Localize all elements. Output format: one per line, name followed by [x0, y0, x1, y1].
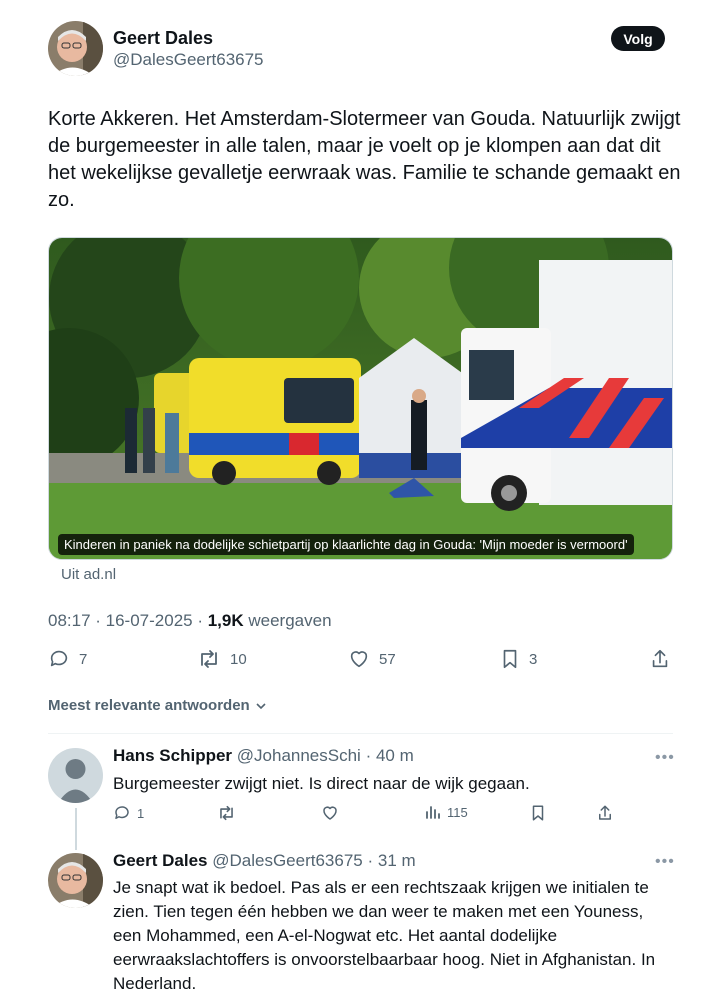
reply-time[interactable]: · 31 m — [367, 851, 415, 870]
repost-count: 10 — [230, 650, 247, 668]
sort-label: Meest relevante antwoorden — [48, 697, 250, 714]
reply-sort-dropdown[interactable]: Meest relevante antwoorden — [48, 697, 268, 714]
tweet-time[interactable]: 08:17 · 16-07-2025 · — [48, 611, 208, 630]
bookmark-button[interactable]: 3 — [500, 648, 537, 670]
like-count: 57 — [379, 650, 396, 668]
reply-bookmark-button[interactable] — [530, 804, 546, 822]
media-source-link[interactable]: Uit ad.nl — [61, 566, 116, 583]
thread-line — [75, 808, 77, 850]
more-icon[interactable]: ••• — [655, 853, 675, 871]
more-icon[interactable]: ••• — [655, 749, 675, 767]
chevron-down-icon — [256, 702, 266, 709]
reply-like-button[interactable] — [321, 804, 339, 822]
reply-reply-button[interactable]: 1 — [113, 804, 144, 822]
author-name[interactable]: Geert Dales — [113, 28, 213, 49]
reply-avatar[interactable] — [48, 853, 103, 908]
tweet-meta: 08:17 · 16-07-2025 · 1,9K weergaven — [48, 611, 332, 631]
share-icon — [652, 649, 668, 668]
heart-icon — [350, 651, 368, 668]
repost-button[interactable]: 10 — [197, 648, 247, 670]
bookmark-icon — [532, 805, 544, 821]
view-count: 1,9K — [207, 611, 244, 630]
tweet-text: Korte Akkeren. Het Amsterdam-Slotermeer … — [48, 108, 681, 211]
reply-author-name[interactable]: Geert Dales — [113, 851, 208, 870]
reply-share-button[interactable] — [597, 804, 613, 822]
reply-text: Burgemeester zwijgt niet. Is direct naar… — [113, 774, 530, 793]
reply-author-handle[interactable]: @JohannesSchi — [237, 746, 361, 765]
like-button[interactable]: 57 — [348, 648, 396, 670]
author-handle[interactable]: @DalesGeert63675 — [113, 50, 264, 70]
bookmark-icon — [503, 649, 517, 669]
heart-icon — [323, 806, 337, 820]
reply-header: Hans Schipper @JohannesSchi · 40 m — [113, 746, 414, 766]
divider — [48, 733, 673, 734]
reply-views-count: 115 — [447, 804, 468, 820]
views-icon — [426, 806, 440, 819]
reply-author-name[interactable]: Hans Schipper — [113, 746, 232, 765]
reply-views-button[interactable]: 115 — [425, 804, 468, 820]
media-card[interactable]: Kinderen in paniek na dodelijke schietpa… — [48, 237, 673, 560]
reply-button[interactable]: 7 — [48, 648, 87, 670]
reply-time[interactable]: · 40 m — [366, 746, 414, 765]
share-icon — [599, 805, 611, 820]
views-label: weergaven — [243, 611, 332, 630]
reply-icon — [50, 650, 68, 667]
repost-icon — [201, 650, 217, 668]
bookmark-count: 3 — [529, 650, 538, 668]
share-button[interactable] — [650, 648, 670, 670]
media-caption: Kinderen in paniek na dodelijke schietpa… — [58, 534, 634, 555]
reply-avatar[interactable] — [48, 748, 103, 803]
reply-icon — [115, 806, 129, 819]
reply-repost-button[interactable] — [217, 804, 236, 822]
news-photo — [49, 238, 672, 559]
repost-icon — [220, 805, 233, 821]
reply-count: 7 — [79, 650, 88, 668]
follow-button[interactable]: Volg — [611, 26, 665, 51]
reply-text: Je snapt wat ik bedoel. Pas als er een r… — [113, 878, 656, 993]
reply-header: Geert Dales @DalesGeert63675 · 31 m — [113, 851, 416, 871]
author-avatar[interactable] — [48, 21, 103, 76]
reply-author-handle[interactable]: @DalesGeert63675 — [212, 851, 363, 870]
reply-reply-count: 1 — [137, 805, 145, 821]
